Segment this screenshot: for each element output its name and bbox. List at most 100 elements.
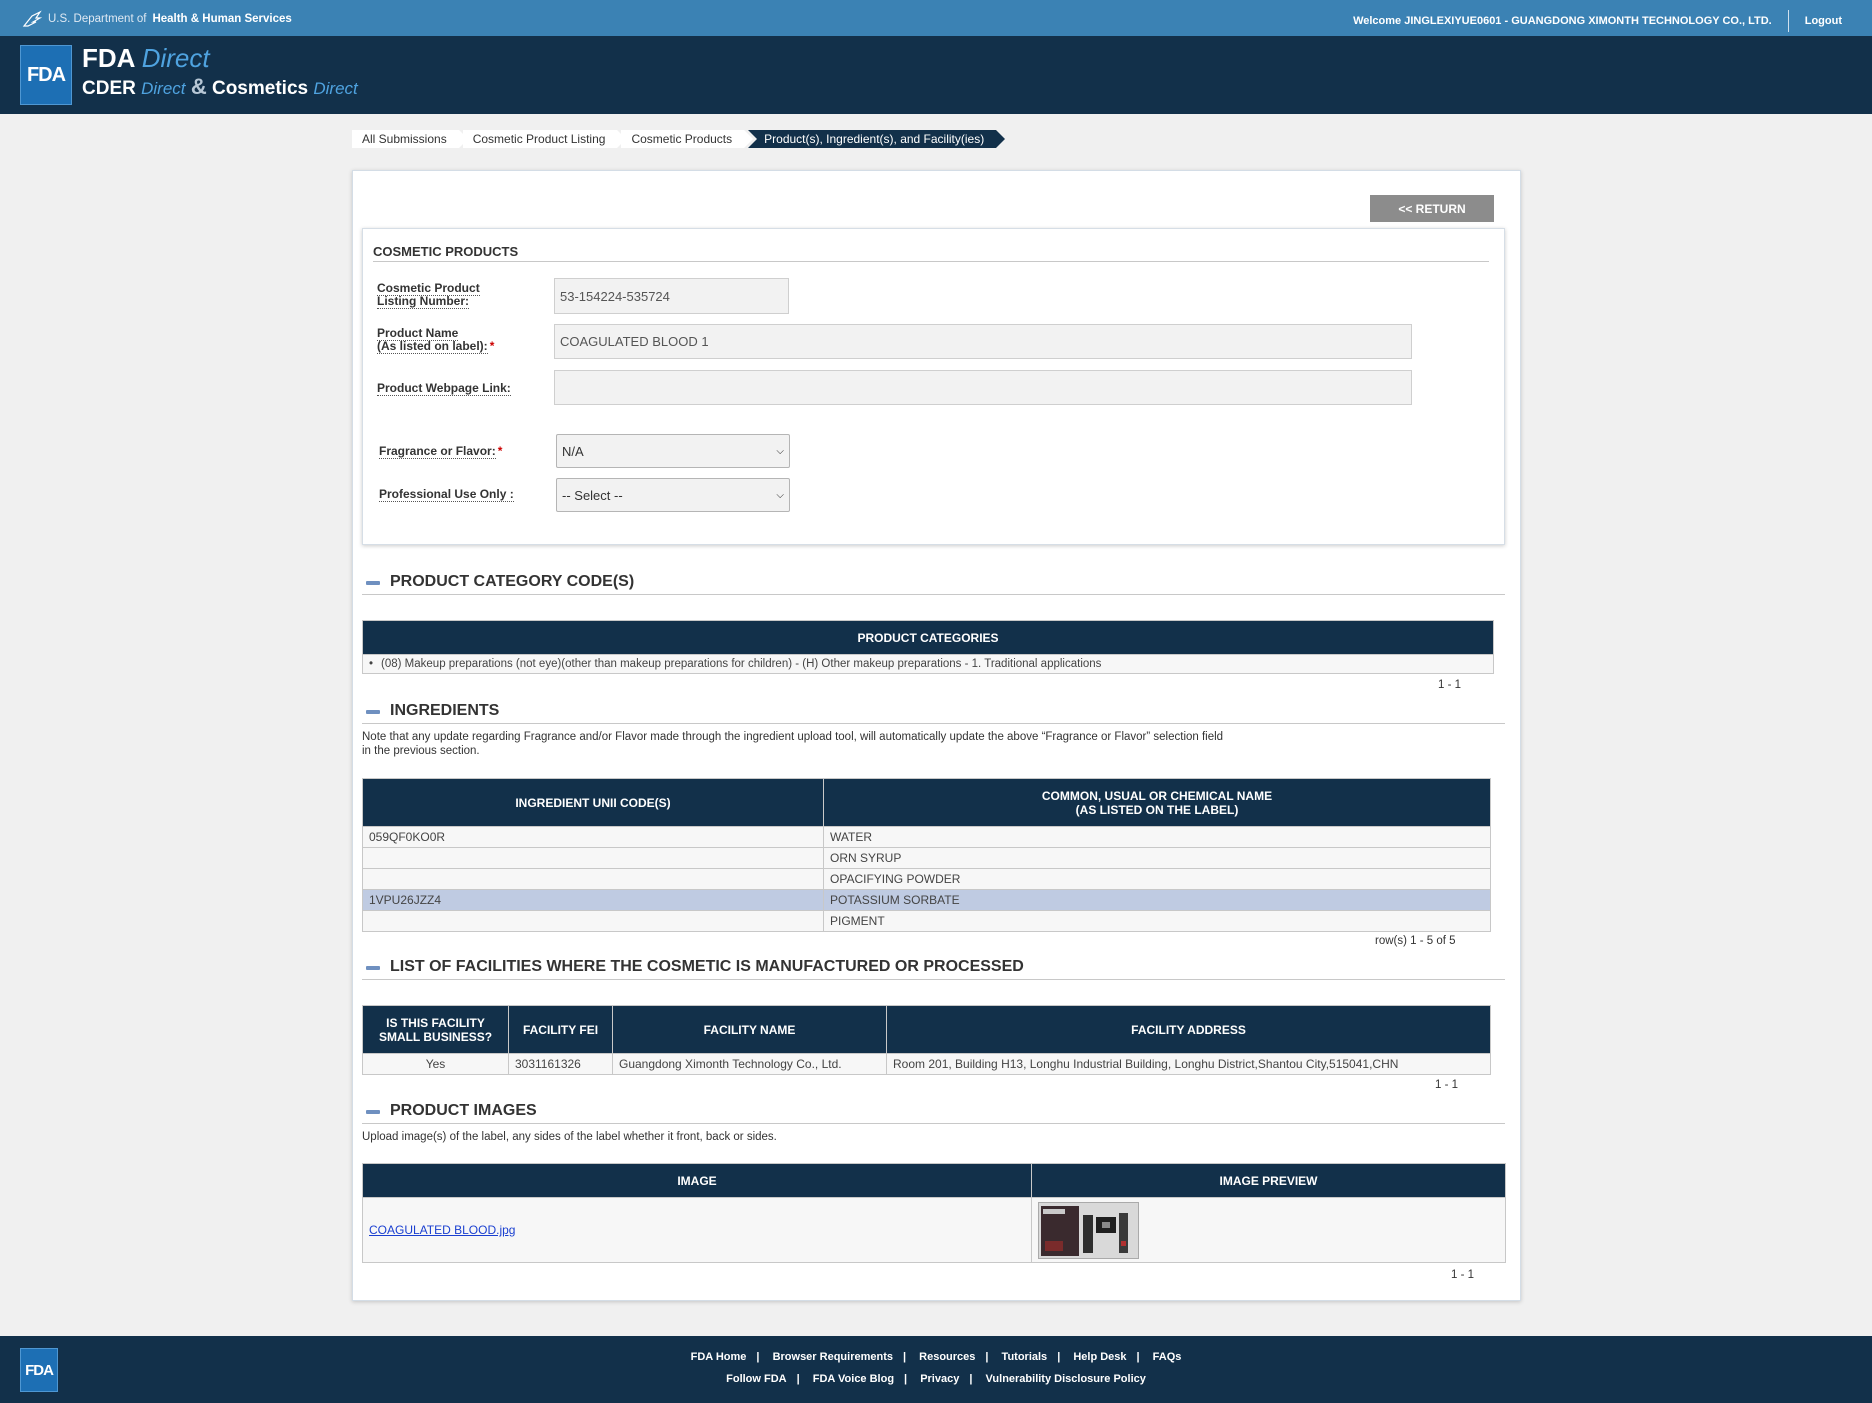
section-title: PRODUCT IMAGES	[390, 1102, 537, 1119]
collapse-icon[interactable]	[366, 966, 380, 970]
fda-direct-brand: FDA Direct CDER Direct & Cosmetics Direc…	[82, 44, 358, 102]
brand-cosmetics: Cosmetics	[211, 78, 309, 99]
table-row[interactable]: Yes 3031161326 Guangdong Ximonth Technol…	[362, 1053, 1491, 1075]
footer-link-resources[interactable]: Resources	[919, 1351, 975, 1363]
welcome-text: Welcome JINGLEXIYUE0601 - GUANGDONG XIMO…	[1353, 15, 1772, 27]
section-title: LIST OF FACILITIES WHERE THE COSMETIC IS…	[390, 958, 1024, 975]
image-cell: COAGULATED BLOOD.jpg	[362, 1197, 1032, 1263]
category-item: (08) Makeup preparations (not eye)(other…	[362, 654, 1494, 674]
table-row[interactable]: 059QF0KO0R WATER	[362, 826, 1491, 848]
footer-link-help-desk[interactable]: Help Desk	[1073, 1351, 1126, 1363]
breadcrumb-cosmetic-product-listing[interactable]: Cosmetic Product Listing	[462, 130, 627, 148]
page-footer: FDA FDA Home | Browser Requirements | Reso…	[0, 1336, 1872, 1403]
footer-link-follow-fda[interactable]: Follow FDA	[726, 1373, 787, 1385]
unii-code	[362, 910, 824, 932]
column-header: FACILITY FEI	[508, 1005, 613, 1054]
facility-address: Room 201, Building H13, Longhu Industria…	[886, 1053, 1491, 1075]
listing-number-field[interactable]: 53-154224-535724	[554, 278, 789, 314]
column-header: FACILITY NAME	[612, 1005, 887, 1054]
footer-link-vulnerability-disclosure[interactable]: Vulnerability Disclosure Policy	[985, 1373, 1145, 1385]
webpage-label: Product Webpage Link:	[377, 381, 511, 396]
user-area: Welcome JINGLEXIYUE0601 - GUANGDONG XIMO…	[1353, 10, 1842, 32]
hhs-dept-prefix: U.S. Department of	[48, 13, 147, 25]
fragrance-select[interactable]: N/A ⌵	[556, 434, 790, 468]
pagination-info: 1 - 1	[1435, 1079, 1459, 1091]
footer-links-row-2: Follow FDA | FDA Voice Blog | Privacy | Vul…	[726, 1373, 1146, 1385]
brand-cder-direct: Direct	[141, 79, 186, 98]
table-row[interactable]: ORN SYRUP	[362, 847, 1491, 869]
return-button[interactable]: << RETURN	[1370, 195, 1494, 222]
unii-code	[362, 868, 824, 890]
webpage-field[interactable]	[554, 370, 1412, 405]
column-header: FACILITY ADDRESS	[886, 1005, 1491, 1054]
pagination-info: 1 - 1	[1451, 1269, 1475, 1281]
ingredients-table: INGREDIENT UNII CODE(S) COMMON, USUAL OR…	[362, 778, 1491, 932]
logout-link[interactable]: Logout	[1805, 15, 1842, 27]
professional-select-value: -- Select --	[562, 487, 623, 503]
table-row[interactable]: OPACIFYING POWDER	[362, 868, 1491, 890]
collapse-icon[interactable]	[366, 1110, 380, 1114]
column-header: PRODUCT CATEGORIES	[362, 620, 1494, 655]
brand-ampersand: &	[190, 74, 207, 99]
section-title: INGREDIENTS	[390, 702, 500, 719]
column-header: IS THIS FACILITY SMALL BUSINESS?	[362, 1005, 509, 1054]
column-header: IMAGE PREVIEW	[1031, 1163, 1506, 1198]
footer-links-row-1: FDA Home | Browser Requirements | Resource…	[690, 1351, 1182, 1363]
footer-link-fda-home[interactable]: FDA Home	[691, 1351, 747, 1363]
ingredient-name: POTASSIUM SORBATE	[823, 889, 1491, 911]
ingredient-name: PIGMENT	[823, 910, 1491, 932]
brand-cder: CDER	[82, 78, 136, 99]
facility-name: Guangdong Ximonth Technology Co., Ltd.	[612, 1053, 887, 1075]
unii-code: 059QF0KO0R	[362, 826, 824, 848]
fda-header: FDA FDA Direct CDER Direct & Cosmetics D…	[0, 36, 1872, 114]
unii-code: 1VPU26JZZ4	[362, 889, 824, 911]
hhs-branding[interactable]: U.S. Department of Health & Human Servic…	[22, 10, 292, 28]
professional-select[interactable]: -- Select -- ⌵	[556, 478, 790, 512]
collapse-icon[interactable]	[366, 710, 380, 714]
fda-logo[interactable]: FDA	[20, 45, 72, 105]
pagination-info: 1 - 1	[1438, 679, 1462, 691]
images-note: Upload image(s) of the label, any sides …	[362, 1131, 777, 1143]
ingredients-note: Note that any update regarding Fragrance…	[362, 731, 1224, 757]
ingredient-name: OPACIFYING POWDER	[823, 868, 1491, 890]
column-header: INGREDIENT UNII CODE(S)	[362, 778, 824, 827]
small-business: Yes	[362, 1053, 509, 1075]
pagination-info: row(s) 1 - 5 of 5	[1375, 935, 1456, 947]
form-title: COSMETIC PRODUCTS	[373, 244, 1489, 262]
image-preview-cell	[1031, 1197, 1506, 1263]
breadcrumb: All Submissions Cosmetic Product Listing…	[352, 130, 1006, 148]
chevron-down-icon: ⌵	[776, 445, 784, 457]
table-row-highlighted[interactable]: 1VPU26JZZ4 POTASSIUM SORBATE	[362, 889, 1491, 911]
table-row: COAGULATED BLOOD.jpg	[362, 1197, 1506, 1263]
product-photo-icon	[1039, 1202, 1138, 1258]
hhs-dept-name: Health & Human Services	[152, 13, 292, 25]
image-file-link[interactable]: COAGULATED BLOOD.jpg	[369, 1223, 515, 1237]
hhs-top-bar: U.S. Department of Health & Human Servic…	[0, 0, 1872, 36]
hhs-eagle-icon	[22, 10, 42, 27]
breadcrumb-current: Product(s), Ingredient(s), and Facility(…	[748, 130, 1006, 148]
fragrance-select-value: N/A	[562, 443, 584, 459]
product-name-field[interactable]: COAGULATED BLOOD 1	[554, 324, 1412, 359]
breadcrumb-all-submissions[interactable]: All Submissions	[352, 130, 468, 148]
brand-cosmetics-direct: Direct	[313, 79, 358, 98]
section-facilities: LIST OF FACILITIES WHERE THE COSMETIC IS…	[362, 958, 1505, 980]
product-image-thumbnail[interactable]	[1038, 1201, 1139, 1259]
listing-number-label: Cosmetic Product Listing Number:	[377, 281, 480, 309]
professional-label: Professional Use Only :	[379, 487, 514, 502]
user-area-divider	[1787, 10, 1789, 32]
footer-link-voice-blog[interactable]: FDA Voice Blog	[813, 1373, 894, 1385]
footer-link-faqs[interactable]: FAQs	[1153, 1351, 1182, 1363]
fragrance-label: Fragrance or Flavor: *	[379, 444, 503, 459]
breadcrumb-cosmetic-products[interactable]: Cosmetic Products	[621, 130, 753, 148]
footer-link-privacy[interactable]: Privacy	[920, 1373, 959, 1385]
brand-direct: Direct	[141, 43, 210, 73]
ingredient-name: ORN SYRUP	[823, 847, 1491, 869]
footer-link-tutorials[interactable]: Tutorials	[1002, 1351, 1048, 1363]
column-header: IMAGE	[362, 1163, 1032, 1198]
table-row[interactable]: PIGMENT	[362, 910, 1491, 932]
collapse-icon[interactable]	[366, 581, 380, 585]
section-product-images: PRODUCT IMAGES	[362, 1102, 1505, 1124]
images-table: IMAGE IMAGE PREVIEW COAGULATED BLOOD.jpg	[362, 1163, 1506, 1263]
ingredient-name: WATER	[823, 826, 1491, 848]
footer-link-browser-requirements[interactable]: Browser Requirements	[773, 1351, 893, 1363]
